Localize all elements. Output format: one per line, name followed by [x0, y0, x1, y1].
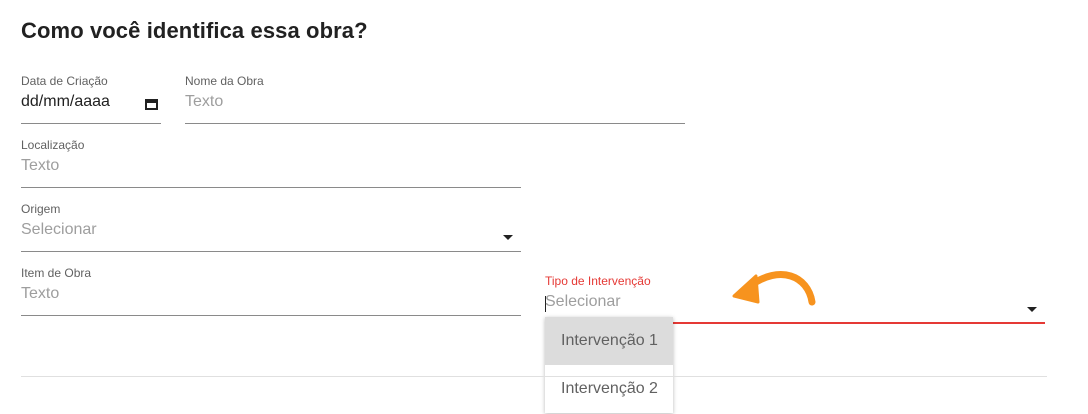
dropdown-option[interactable]: Intervenção 2 — [545, 365, 673, 413]
work-name-field[interactable]: Nome da Obra Texto — [185, 74, 685, 124]
creation-date-input[interactable]: dd/mm/aaaa — [21, 93, 110, 111]
work-item-input[interactable]: Texto — [21, 285, 59, 303]
creation-date-label: Data de Criação — [21, 74, 108, 88]
origin-select[interactable]: Origem Selecionar — [21, 202, 521, 252]
location-underline — [21, 187, 521, 188]
work-name-underline — [185, 123, 685, 124]
dropdown-caret-icon[interactable] — [503, 235, 513, 240]
intervention-type-dropdown: Intervenção 1 Intervenção 2 — [545, 317, 673, 413]
work-item-label: Item de Obra — [21, 266, 92, 280]
calendar-icon[interactable] — [145, 99, 158, 110]
creation-date-field[interactable]: Data de Criação dd/mm/aaaa — [21, 74, 161, 124]
work-name-input[interactable]: Texto — [185, 93, 223, 111]
creation-date-underline — [21, 123, 161, 124]
origin-label: Origem — [21, 202, 61, 216]
location-field[interactable]: Localização Texto — [21, 138, 521, 188]
page-title: Como você identifica essa obra? — [21, 18, 368, 43]
form-page: Como você identifica essa obra? Data de … — [0, 0, 1088, 414]
intervention-type-label: Tipo de Intervenção — [545, 274, 651, 288]
origin-select-value[interactable]: Selecionar — [21, 221, 97, 239]
work-name-label: Nome da Obra — [185, 74, 264, 88]
work-item-field[interactable]: Item de Obra Texto — [21, 266, 521, 316]
work-item-underline — [21, 315, 521, 316]
location-label: Localização — [21, 138, 85, 152]
curved-arrow-icon — [732, 271, 816, 306]
dropdown-caret-icon[interactable] — [1027, 307, 1037, 312]
section-divider — [21, 376, 1047, 377]
intervention-type-select-value[interactable]: Selecionar — [545, 293, 621, 311]
origin-underline — [21, 251, 521, 252]
dropdown-option[interactable]: Intervenção 1 — [545, 317, 673, 365]
location-input[interactable]: Texto — [21, 157, 59, 175]
